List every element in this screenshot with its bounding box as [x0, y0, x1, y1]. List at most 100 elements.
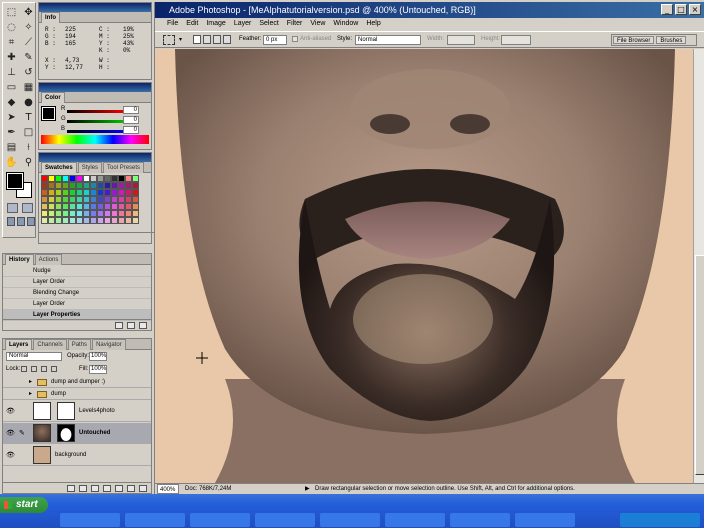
swatch-cell[interactable] [125, 189, 132, 196]
color-r-value[interactable]: 0 [123, 106, 139, 114]
swatch-cell[interactable] [83, 189, 90, 196]
brush-tool-icon[interactable]: ✎ [21, 51, 36, 64]
swatch-cell[interactable] [55, 217, 62, 224]
swatch-cell[interactable] [90, 217, 97, 224]
quick-mask-mode-icon[interactable] [22, 203, 33, 213]
swatch-cell[interactable] [55, 196, 62, 203]
swatch-cell[interactable] [83, 210, 90, 217]
swatch-cell[interactable] [62, 175, 69, 182]
layer-style-icon[interactable] [79, 484, 87, 492]
swatch-cell[interactable] [104, 175, 111, 182]
swatch-cell[interactable] [90, 189, 97, 196]
add-mask-icon[interactable] [91, 484, 99, 492]
notes-tool-icon[interactable]: ▤ [4, 141, 19, 154]
swatch-cell[interactable] [62, 196, 69, 203]
swatch-cell[interactable] [97, 182, 104, 189]
taskbar-button[interactable] [515, 513, 575, 527]
pen-tool-icon[interactable]: ✒ [4, 126, 19, 139]
swatch-cell[interactable] [118, 175, 125, 182]
lasso-tool-icon[interactable]: ◌ [4, 21, 19, 34]
layer-row[interactable]: ▸ dump [3, 389, 151, 400]
swatch-cell[interactable] [125, 175, 132, 182]
slice-tool-icon[interactable]: ⟋ [21, 36, 36, 49]
swatch-cell[interactable] [97, 203, 104, 210]
menu-edit[interactable]: Edit [186, 18, 198, 30]
opacity-field[interactable]: 100% [89, 352, 107, 361]
taskbar-button[interactable] [320, 513, 380, 527]
swatch-cell[interactable] [118, 196, 125, 203]
tab-swatches[interactable]: Swatches [41, 162, 77, 173]
crop-tool-icon[interactable]: ⌗ [4, 36, 19, 49]
move-tool-icon[interactable]: ✥ [21, 6, 36, 19]
layer-row[interactable]: ▸ dump and dumper :) [3, 377, 151, 388]
color-g-slider[interactable] [67, 120, 127, 123]
document-canvas[interactable] [155, 49, 693, 483]
swatch-cell[interactable] [118, 217, 125, 224]
tab-channels[interactable]: Channels [33, 339, 67, 350]
standard-mode-icon[interactable] [7, 203, 18, 213]
swatch-cell[interactable] [90, 203, 97, 210]
swatch-cell[interactable] [48, 182, 55, 189]
swatch-cell[interactable] [69, 175, 76, 182]
marquee-tool-icon[interactable]: ⬚ [4, 6, 19, 19]
menu-layer[interactable]: Layer [234, 18, 252, 30]
swatch-cell[interactable] [48, 210, 55, 217]
swatch-cell[interactable] [118, 203, 125, 210]
swatch-cell[interactable] [41, 210, 48, 217]
swatch-cell[interactable] [125, 217, 132, 224]
swatch-cell[interactable] [125, 210, 132, 217]
subtract-selection-icon[interactable] [213, 35, 221, 44]
swatch-cell[interactable] [111, 217, 118, 224]
new-adjustment-layer-icon[interactable] [115, 484, 123, 492]
swatch-cell[interactable] [104, 189, 111, 196]
info-panel-titlebar[interactable] [39, 3, 151, 12]
palette-well-brushes[interactable]: Brushes [656, 36, 687, 44]
swatch-cell[interactable] [132, 217, 139, 224]
eraser-tool-icon[interactable]: ▭ [4, 81, 19, 94]
swatch-cell[interactable] [111, 203, 118, 210]
zoom-tool-icon[interactable]: ⚲ [21, 156, 36, 169]
tool-preset-arrow-icon[interactable]: ▾ [179, 36, 182, 43]
swatch-cell[interactable] [125, 196, 132, 203]
fill-field[interactable]: 100% [89, 365, 107, 374]
swatch-cell[interactable] [76, 189, 83, 196]
layer-row[interactable]: 👁 background [3, 445, 151, 466]
new-document-from-state-icon[interactable] [115, 321, 123, 329]
eye-icon[interactable]: 👁 [6, 407, 16, 416]
close-button[interactable]: × [689, 4, 701, 15]
swatch-cell[interactable] [48, 203, 55, 210]
lock-transparency-icon[interactable] [21, 366, 27, 372]
color-fg-chip[interactable] [41, 106, 56, 121]
swatch-cell[interactable] [132, 189, 139, 196]
swatch-cell[interactable] [118, 189, 125, 196]
tab-navigator[interactable]: Navigator [92, 339, 126, 350]
swatch-cell[interactable] [104, 210, 111, 217]
swatch-cell[interactable] [132, 182, 139, 189]
swatch-cell[interactable] [62, 203, 69, 210]
tab-layers[interactable]: Layers [5, 339, 33, 350]
swatch-cell[interactable] [69, 196, 76, 203]
swatch-cell[interactable] [55, 182, 62, 189]
swatch-cell[interactable] [125, 203, 132, 210]
gradient-tool-icon[interactable]: ▦ [21, 81, 36, 94]
swatch-cell[interactable] [69, 203, 76, 210]
new-selection-icon[interactable] [193, 35, 201, 44]
swatch-cell[interactable] [83, 196, 90, 203]
link-icon[interactable] [67, 484, 75, 492]
swatch-cell[interactable] [111, 210, 118, 217]
tab-info[interactable]: Info [41, 12, 60, 23]
standard-screen-icon[interactable] [7, 217, 15, 226]
eye-icon[interactable]: 👁 [6, 451, 16, 460]
taskbar-button[interactable] [450, 513, 510, 527]
path-selection-tool-icon[interactable]: ➤ [4, 111, 19, 124]
foreground-color-swatch[interactable] [6, 172, 24, 190]
swatch-cell[interactable] [69, 182, 76, 189]
swatch-cell[interactable] [55, 175, 62, 182]
swatch-cell[interactable] [41, 217, 48, 224]
swatch-cell[interactable] [97, 189, 104, 196]
menu-image[interactable]: Image [206, 18, 225, 30]
swatch-cell[interactable] [41, 196, 48, 203]
full-screen-icon[interactable] [27, 217, 35, 226]
swatch-cell[interactable] [97, 217, 104, 224]
history-item[interactable]: Blending Change [3, 288, 151, 299]
